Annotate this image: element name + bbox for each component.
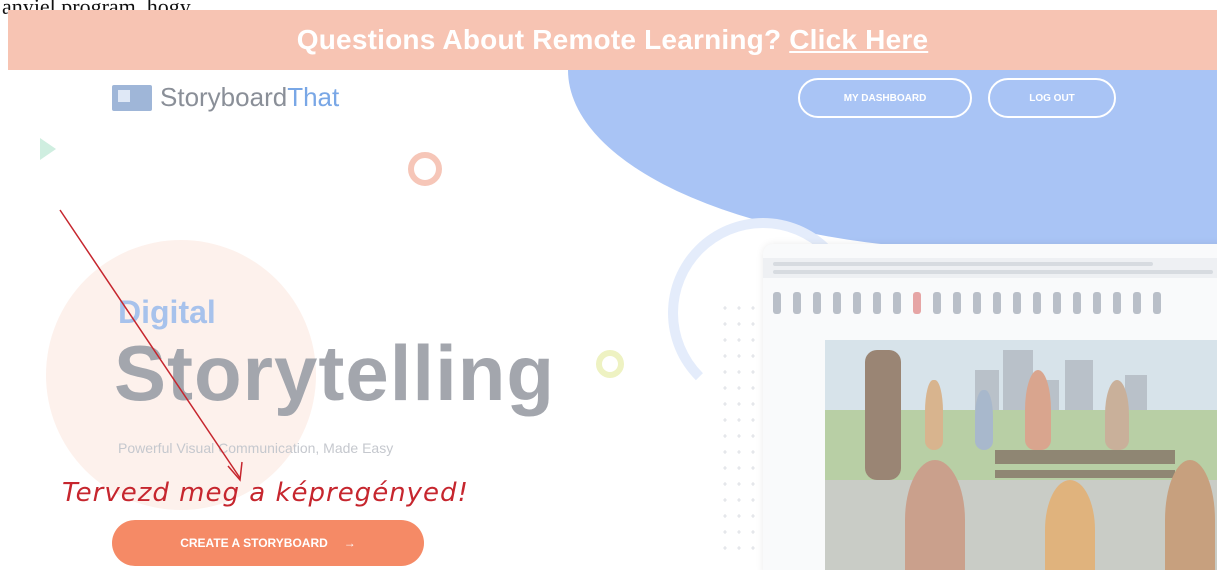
character-palette — [773, 292, 1161, 314]
scene-character — [1165, 460, 1215, 570]
scene-bench-back — [995, 450, 1175, 464]
scene-character — [1025, 370, 1051, 450]
banner-click-here-link[interactable]: Click Here — [789, 24, 928, 56]
my-dashboard-button[interactable]: MY DASHBOARD — [798, 78, 972, 118]
banner-question: Questions About Remote Learning? — [296, 24, 782, 55]
character-figure — [893, 292, 901, 314]
scene-tree — [865, 350, 901, 480]
arrow-right-icon: → — [343, 536, 356, 550]
character-figure — [873, 292, 881, 314]
character-figure — [1013, 292, 1021, 314]
character-figure — [1133, 292, 1141, 314]
scene-bench-seat — [995, 470, 1175, 478]
screenshot-frame: Questions About Remote Learning? Click H… — [8, 10, 1217, 570]
create-storyboard-button[interactable]: CREATE A STORYBOARD → — [112, 520, 424, 566]
scene-character — [905, 460, 965, 570]
logo-text-suffix: That — [287, 82, 340, 112]
remote-learning-banner: Questions About Remote Learning? Click H… — [8, 10, 1217, 70]
logo-text: StoryboardThat — [160, 82, 339, 113]
hero-tagline: Powerful Visual Communication, Made Easy — [118, 440, 394, 456]
character-figure — [853, 292, 861, 314]
character-figure — [953, 292, 961, 314]
character-figure — [1033, 292, 1041, 314]
handwritten-annotation: Tervezd meg a képregényed! — [62, 478, 469, 508]
character-figure — [1093, 292, 1101, 314]
logo-text-prefix: Storyboard — [160, 82, 288, 112]
character-figure — [1053, 292, 1061, 314]
character-figure — [773, 292, 781, 314]
scene-character — [975, 390, 993, 450]
editor-toolbar — [763, 258, 1217, 278]
hero-title: Storytelling — [114, 329, 556, 417]
character-figure — [913, 292, 921, 314]
character-figure — [993, 292, 1001, 314]
character-figure — [1153, 292, 1161, 314]
logo-icon — [112, 84, 152, 111]
scene-path — [825, 480, 1217, 570]
storyboardthat-logo[interactable]: StoryboardThat — [112, 82, 339, 113]
character-figure — [1113, 292, 1121, 314]
hero-kicker: Digital — [118, 294, 216, 330]
play-triangle-decoration — [40, 138, 56, 160]
character-figure — [973, 292, 981, 314]
character-figure — [793, 292, 801, 314]
storyboard-editor-preview — [763, 244, 1217, 570]
scene-character — [1045, 480, 1095, 570]
log-out-button[interactable]: LOG OUT — [988, 78, 1116, 118]
character-figure — [933, 292, 941, 314]
character-figure — [1073, 292, 1081, 314]
park-scene-canvas — [825, 340, 1217, 570]
character-figure — [813, 292, 821, 314]
scene-character — [1105, 380, 1129, 450]
character-figure — [833, 292, 841, 314]
yellow-ring-decoration — [596, 350, 624, 378]
create-storyboard-label: CREATE A STORYBOARD — [180, 536, 328, 550]
scene-character — [925, 380, 943, 450]
orange-ring-decoration — [408, 152, 442, 186]
